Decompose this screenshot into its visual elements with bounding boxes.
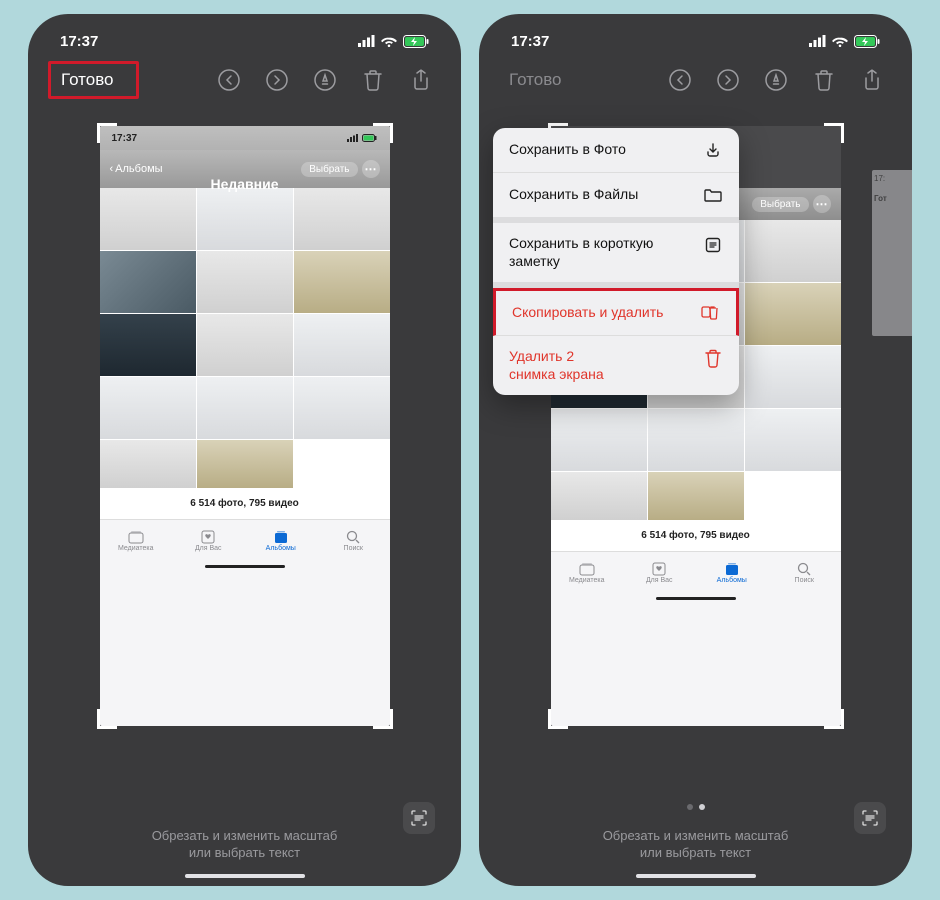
inner-status-time: 17:37 xyxy=(112,133,138,144)
page-dot-active xyxy=(699,804,705,810)
trash-icon[interactable] xyxy=(804,60,844,100)
scan-text-button[interactable] xyxy=(403,802,435,834)
trash-icon xyxy=(703,348,723,368)
hint-line-2: или выбрать текст xyxy=(603,845,789,862)
inner-back: ‹ Альбомы xyxy=(110,163,163,175)
inner-select: Выбрать xyxy=(301,162,357,177)
footer-hint: Обрезать и изменить масштаб или выбрать … xyxy=(493,812,898,862)
signal-icon xyxy=(809,35,826,47)
screenshot-preview-area[interactable]: 17:37 ‹ Альбомы Недавние Выбрать ⋯ xyxy=(42,102,447,812)
tab-library: Медиатека xyxy=(551,552,624,593)
copy-trash-icon xyxy=(700,303,720,323)
markup-toolbar: Готово xyxy=(42,58,447,102)
wifi-icon xyxy=(832,35,848,47)
photo-count: 6 514 фото, 795 видео xyxy=(100,488,390,519)
status-time: 17:37 xyxy=(511,33,549,50)
menu-save-photo[interactable]: Сохранить в Фото xyxy=(493,128,739,173)
home-indicator[interactable] xyxy=(185,874,305,878)
tab-search: Поиск xyxy=(317,520,390,561)
undo-icon[interactable] xyxy=(209,60,249,100)
status-bar: 17:37 xyxy=(42,24,447,58)
inner-more: ⋯ xyxy=(813,195,831,213)
wifi-icon xyxy=(381,35,397,47)
markup-toolbar: Готово xyxy=(493,58,898,102)
done-button[interactable]: Готово xyxy=(499,64,572,96)
download-icon xyxy=(703,140,723,160)
tab-albums: Альбомы xyxy=(245,520,318,561)
status-time: 17:37 xyxy=(60,33,98,50)
scan-text-button[interactable] xyxy=(854,802,886,834)
tab-for-you: Для Вас xyxy=(623,552,696,593)
tab-search: Поиск xyxy=(768,552,841,593)
markup-icon[interactable] xyxy=(756,60,796,100)
photo-count: 6 514 фото, 795 видео xyxy=(551,520,841,551)
menu-delete-n[interactable]: Удалить 2снимка экрана xyxy=(493,336,739,395)
hint-line-1: Обрезать и изменить масштаб xyxy=(152,828,338,845)
hint-line-2: или выбрать текст xyxy=(152,845,338,862)
battery-icon xyxy=(403,35,429,48)
page-dot xyxy=(687,804,693,810)
tab-albums: Альбомы xyxy=(696,552,769,593)
page-indicator xyxy=(493,796,898,812)
markup-icon[interactable] xyxy=(305,60,345,100)
redo-icon[interactable] xyxy=(257,60,297,100)
trash-icon[interactable] xyxy=(353,60,393,100)
share-icon[interactable] xyxy=(401,60,441,100)
context-menu: Сохранить в Фото Сохранить в Файлы Сохра… xyxy=(493,128,739,395)
note-icon xyxy=(703,235,723,255)
inner-title: Недавние xyxy=(210,176,278,192)
battery-icon xyxy=(854,35,880,48)
inner-select: Выбрать xyxy=(752,197,808,212)
menu-save-note[interactable]: Сохранить в короткую заметку xyxy=(493,223,739,288)
hint-line-1: Обрезать и изменить масштаб xyxy=(603,828,789,845)
done-button[interactable]: Готово xyxy=(48,61,139,99)
folder-icon xyxy=(703,185,723,205)
inner-more: ⋯ xyxy=(362,160,380,178)
tab-library: Медиатека xyxy=(100,520,173,561)
signal-icon xyxy=(358,35,375,47)
undo-icon[interactable] xyxy=(660,60,700,100)
home-indicator[interactable] xyxy=(636,874,756,878)
share-icon[interactable] xyxy=(852,60,892,100)
phone-left: 17:37 Готово 17:37 ‹ Ал xyxy=(28,14,461,886)
tab-for-you: Для Вас xyxy=(172,520,245,561)
screenshot-thumbnail[interactable]: 17:37 ‹ Альбомы Недавние Выбрать ⋯ xyxy=(100,126,390,726)
menu-copy-delete[interactable]: Скопировать и удалить xyxy=(493,288,739,336)
phone-right: 17:37 Готово Сохранить в Фото Сохранить … xyxy=(479,14,912,886)
status-bar: 17:37 xyxy=(493,24,898,58)
menu-save-files[interactable]: Сохранить в Файлы xyxy=(493,173,739,223)
footer-hint: Обрезать и изменить масштаб или выбрать … xyxy=(42,812,447,862)
redo-icon[interactable] xyxy=(708,60,748,100)
